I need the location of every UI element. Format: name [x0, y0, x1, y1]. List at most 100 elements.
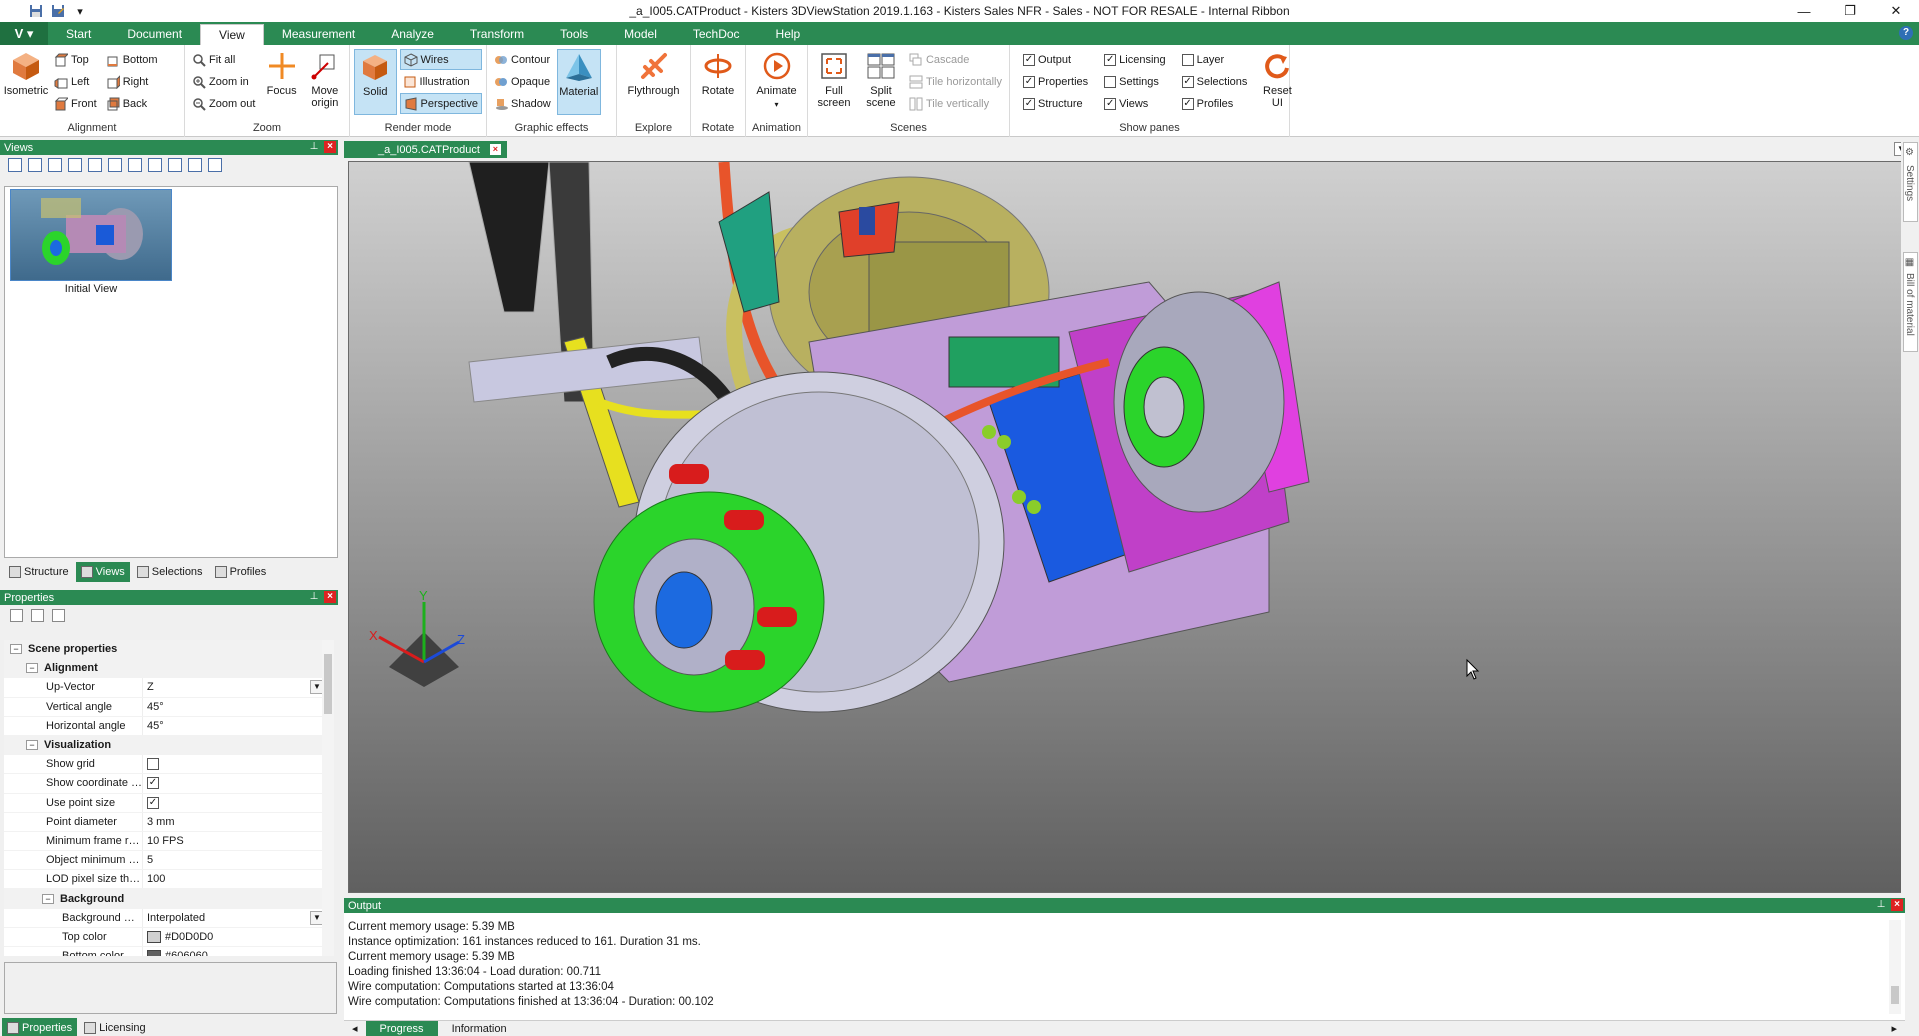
- output-scrollbar[interactable]: [1889, 920, 1901, 1014]
- property-value[interactable]: #D0D0D0: [142, 927, 324, 946]
- tab-view[interactable]: View: [200, 24, 264, 45]
- fit-all-button[interactable]: Fit all: [189, 49, 258, 70]
- document-tab[interactable]: _a_I005.CATProduct ×: [344, 141, 507, 158]
- scrollbar-thumb[interactable]: [324, 654, 332, 714]
- view-left-button[interactable]: Left: [51, 71, 100, 92]
- close-tab-icon[interactable]: ×: [489, 144, 501, 155]
- view-right-button[interactable]: Right: [103, 71, 161, 92]
- property-row[interactable]: Background modeInterpolated▼: [4, 908, 324, 928]
- property-category-row[interactable]: − Scene properties: [4, 640, 324, 660]
- property-row[interactable]: Vertical angle 45°: [4, 697, 324, 717]
- property-value[interactable]: 10 FPS: [142, 831, 324, 851]
- property-value[interactable]: Interpolated ▼: [142, 908, 324, 927]
- tab-tools[interactable]: Tools: [542, 22, 606, 45]
- scrollbar-thumb[interactable]: [1891, 986, 1899, 1004]
- tile-horizontally-button[interactable]: Tile horizontally: [906, 71, 1005, 92]
- property-row[interactable]: Up-Vector Z ▼: [4, 678, 324, 698]
- filter-icon[interactable]: [52, 608, 65, 622]
- scroll-left-icon[interactable]: ◂: [344, 1022, 366, 1035]
- view-back-button[interactable]: Back: [103, 93, 161, 114]
- property-row[interactable]: Object minimum pix... 5: [4, 851, 324, 871]
- move-origin-button[interactable]: Move origin: [305, 49, 345, 115]
- pane-views-checkbox[interactable]: ✓ Views: [1101, 93, 1168, 114]
- property-value[interactable]: 3 mm: [142, 812, 324, 831]
- update-view-icon[interactable]: [48, 158, 62, 172]
- reset-ui-button[interactable]: Reset UI: [1260, 49, 1294, 115]
- export-view-icon[interactable]: [188, 158, 202, 172]
- close-icon[interactable]: ×: [324, 141, 336, 153]
- property-row[interactable]: Show grid: [4, 755, 324, 775]
- refresh-view-icon[interactable]: [168, 158, 182, 172]
- tab-document[interactable]: Document: [109, 22, 200, 45]
- collapse-icon[interactable]: −: [10, 644, 22, 655]
- property-row[interactable]: Top color #D0D0D0: [4, 927, 324, 947]
- scroll-right-icon[interactable]: ▸: [1883, 1022, 1905, 1035]
- view-top-button[interactable]: Top: [51, 49, 100, 70]
- pane-settings-checkbox[interactable]: Settings: [1101, 71, 1168, 92]
- add-view-icon[interactable]: [28, 158, 42, 172]
- property-value[interactable]: 5: [142, 851, 324, 870]
- collapse-icon[interactable]: −: [26, 663, 38, 674]
- 3d-viewport[interactable]: Y X Z: [348, 161, 1905, 893]
- tab-analyze[interactable]: Analyze: [373, 22, 452, 45]
- home-view-icon[interactable]: [8, 158, 22, 172]
- perspective-button[interactable]: Perspective: [399, 93, 482, 114]
- property-row[interactable]: Bottom color #606060: [4, 947, 324, 956]
- view-thumbnail[interactable]: [10, 189, 172, 281]
- focus-button[interactable]: Focus: [261, 49, 301, 115]
- tab-licensing[interactable]: Licensing: [79, 1018, 150, 1036]
- solid-button[interactable]: Solid: [354, 49, 397, 115]
- tab-views[interactable]: Views: [75, 562, 130, 582]
- expand-view-icon[interactable]: [148, 158, 162, 172]
- property-value[interactable]: #606060: [142, 947, 324, 956]
- property-row[interactable]: Show coordinate sys... ✓: [4, 774, 324, 794]
- pane-structure-checkbox[interactable]: ✓ Structure: [1020, 93, 1091, 114]
- property-row[interactable]: Point diameter 3 mm: [4, 812, 324, 832]
- paste-icon[interactable]: [31, 608, 44, 622]
- tile-vertically-button[interactable]: Tile vertically: [906, 93, 1005, 114]
- isometric-button[interactable]: Isometric: [4, 49, 48, 115]
- help-icon[interactable]: ?: [1899, 26, 1913, 40]
- save-as-icon[interactable]: [50, 3, 66, 19]
- property-category-row[interactable]: − Alignment: [4, 659, 324, 679]
- pane-layer-checkbox[interactable]: Layer: [1179, 49, 1251, 70]
- collapse-icon[interactable]: −: [42, 893, 54, 904]
- tab-structure[interactable]: Structure: [4, 562, 74, 582]
- illustration-button[interactable]: Illustration: [400, 71, 482, 92]
- tab-measurement[interactable]: Measurement: [264, 22, 373, 45]
- color-swatch[interactable]: [147, 930, 161, 943]
- full-screen-button[interactable]: Full screen: [812, 49, 856, 115]
- contour-button[interactable]: Contour: [491, 49, 554, 70]
- rotate-button[interactable]: Rotate: [696, 49, 740, 115]
- tab-transform[interactable]: Transform: [452, 22, 542, 45]
- pane-licensing-checkbox[interactable]: ✓ Licensing: [1101, 49, 1168, 70]
- shadow-button[interactable]: Shadow: [491, 93, 554, 114]
- pane-profiles-checkbox[interactable]: ✓ Profiles: [1179, 93, 1251, 114]
- close-icon[interactable]: ×: [1891, 899, 1903, 911]
- tab-progress[interactable]: Progress: [365, 1020, 438, 1036]
- pane-output-checkbox[interactable]: ✓ Output: [1020, 49, 1091, 70]
- tab-information[interactable]: Information: [438, 1021, 521, 1036]
- tab-start[interactable]: Start: [48, 22, 109, 45]
- animate-dropdown-icon[interactable]: ▾: [774, 99, 778, 111]
- qat-dropdown-icon[interactable]: ▾: [72, 3, 88, 19]
- property-category-row[interactable]: − Visualization: [4, 735, 324, 756]
- side-tab-bill-of-material[interactable]: ▦ Bill of material: [1903, 252, 1918, 352]
- pane-selections-checkbox[interactable]: ✓ Selections: [1179, 71, 1251, 92]
- property-value[interactable]: 45°: [142, 697, 324, 716]
- property-value[interactable]: ✓: [142, 774, 324, 793]
- tab-techdoc[interactable]: TechDoc: [675, 22, 758, 45]
- unchecked-box-icon[interactable]: [147, 758, 159, 771]
- close-button[interactable]: ✕: [1873, 0, 1919, 22]
- next-view-icon[interactable]: [128, 158, 142, 172]
- material-button[interactable]: Material: [556, 49, 601, 115]
- tab-profiles[interactable]: Profiles: [210, 562, 272, 582]
- opaque-button[interactable]: Opaque: [491, 71, 554, 92]
- collapse-icon[interactable]: −: [26, 740, 38, 751]
- property-row[interactable]: LOD pixel size thresh... 100: [4, 870, 324, 890]
- property-value[interactable]: [142, 755, 324, 774]
- import-view-icon[interactable]: [208, 158, 222, 172]
- side-tab-settings[interactable]: ⚙ Settings: [1903, 142, 1918, 222]
- property-category-row[interactable]: − Background: [4, 889, 324, 909]
- property-row[interactable]: Use point size ✓: [4, 793, 324, 813]
